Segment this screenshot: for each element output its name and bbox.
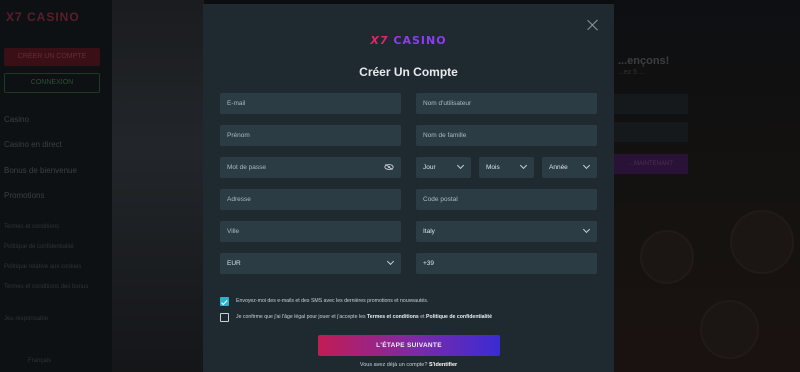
terms-consent-prefix: Je confirme que j'ai l'âge légal pour jo…: [236, 314, 368, 320]
login-prompt-text: Vous avez déjà un compte?: [359, 362, 429, 368]
chevron-down-icon: [386, 257, 395, 266]
logo-casino: CASINO: [393, 34, 447, 47]
birth-day-select[interactable]: Jour: [416, 157, 471, 178]
background-nav-casino: Casino: [4, 115, 29, 124]
background-logo: X7 CASINO: [6, 10, 80, 24]
birth-month-label: Mois: [486, 164, 500, 171]
birth-day-label: Jour: [423, 164, 436, 171]
background-create-account-button: CRÉER UN COMPTE: [4, 48, 100, 66]
email-field[interactable]: E-mail: [220, 93, 401, 114]
birth-month-select[interactable]: Mois: [479, 157, 534, 178]
background-chip: [730, 210, 794, 274]
terms-link[interactable]: Termes et conditions: [367, 314, 419, 320]
chevron-down-icon: [519, 161, 528, 170]
background-hero-image: [112, 0, 204, 372]
background-right-title: ...ençons!: [618, 55, 670, 67]
country-value: Italy: [423, 228, 435, 235]
next-step-button[interactable]: L'ÉTAPE SUIVANTE: [318, 335, 500, 356]
background-link-privacy: Politique de confidentialité: [4, 244, 74, 250]
first-name-field[interactable]: Prénom: [220, 125, 401, 146]
background-link-responsible: Jeu responsable: [4, 316, 49, 322]
background-nav-welcome-bonus: Bonus de bienvenue: [4, 166, 77, 175]
background-right-field: [614, 122, 688, 142]
birth-year-label: Année: [549, 164, 568, 171]
background-right-button: ...MAINTENANT: [614, 154, 688, 174]
username-field[interactable]: Nom d'utilisateur: [416, 93, 597, 114]
background-link-terms: Termes et conditions: [4, 224, 60, 230]
birth-year-select[interactable]: Année: [542, 157, 597, 178]
password-field[interactable]: Mot de passe: [220, 157, 401, 178]
background-nav-promotions: Promotions: [4, 191, 45, 200]
marketing-consent-label: Envoyez-moi des e-mails et des SMS avec …: [236, 298, 429, 304]
city-field[interactable]: Ville: [220, 221, 401, 242]
marketing-consent-checkbox[interactable]: [220, 297, 229, 306]
privacy-link[interactable]: Politique de confidentialité: [426, 314, 492, 320]
password-placeholder: Mot de passe: [227, 164, 267, 171]
background-sidebar: X7 CASINO CRÉER UN COMPTE CONNEXION Casi…: [0, 0, 112, 372]
background-chip: [700, 300, 759, 359]
terms-consent-and: et: [418, 314, 427, 320]
logo-x7: X7: [370, 34, 389, 47]
chevron-down-icon: [456, 161, 465, 170]
casino-logo: X7 CASINO: [203, 34, 614, 47]
background-nav-live-casino: Casino en direct: [4, 140, 62, 149]
eye-slash-icon[interactable]: [384, 164, 394, 170]
address-field[interactable]: Adresse: [220, 189, 401, 210]
background-right-field: [614, 94, 688, 114]
postal-code-field[interactable]: Code postal: [416, 189, 597, 210]
country-select[interactable]: Italy: [416, 221, 597, 242]
chevron-down-icon: [582, 161, 591, 170]
chevron-down-icon: [582, 225, 591, 234]
terms-consent-checkbox[interactable]: [220, 313, 229, 322]
terms-consent-label: Je confirme que j'ai l'âge légal pour jo…: [236, 314, 492, 320]
phone-field[interactable]: +39: [416, 253, 597, 274]
close-icon[interactable]: [586, 18, 600, 32]
background-link-cookies: Politique relative aux cookies: [4, 264, 82, 270]
currency-select[interactable]: EUR: [220, 253, 401, 274]
background-right-subtitle: ...ez 5 ...: [618, 69, 645, 76]
background-link-bonus-terms: Termes et conditions des bonus: [4, 284, 89, 290]
login-prompt: Vous avez déjà un compte? S'identifier: [203, 362, 614, 368]
modal-title: Créer Un Compte: [359, 65, 458, 79]
currency-value: EUR: [227, 260, 241, 267]
login-link[interactable]: S'identifier: [429, 362, 457, 368]
background-chip: [640, 230, 694, 284]
background-login-button: CONNEXION: [4, 73, 100, 93]
signup-modal: X7 CASINO Créer Un Compte E-mail Nom d'u…: [203, 4, 614, 372]
last-name-field[interactable]: Nom de famille: [416, 125, 597, 146]
